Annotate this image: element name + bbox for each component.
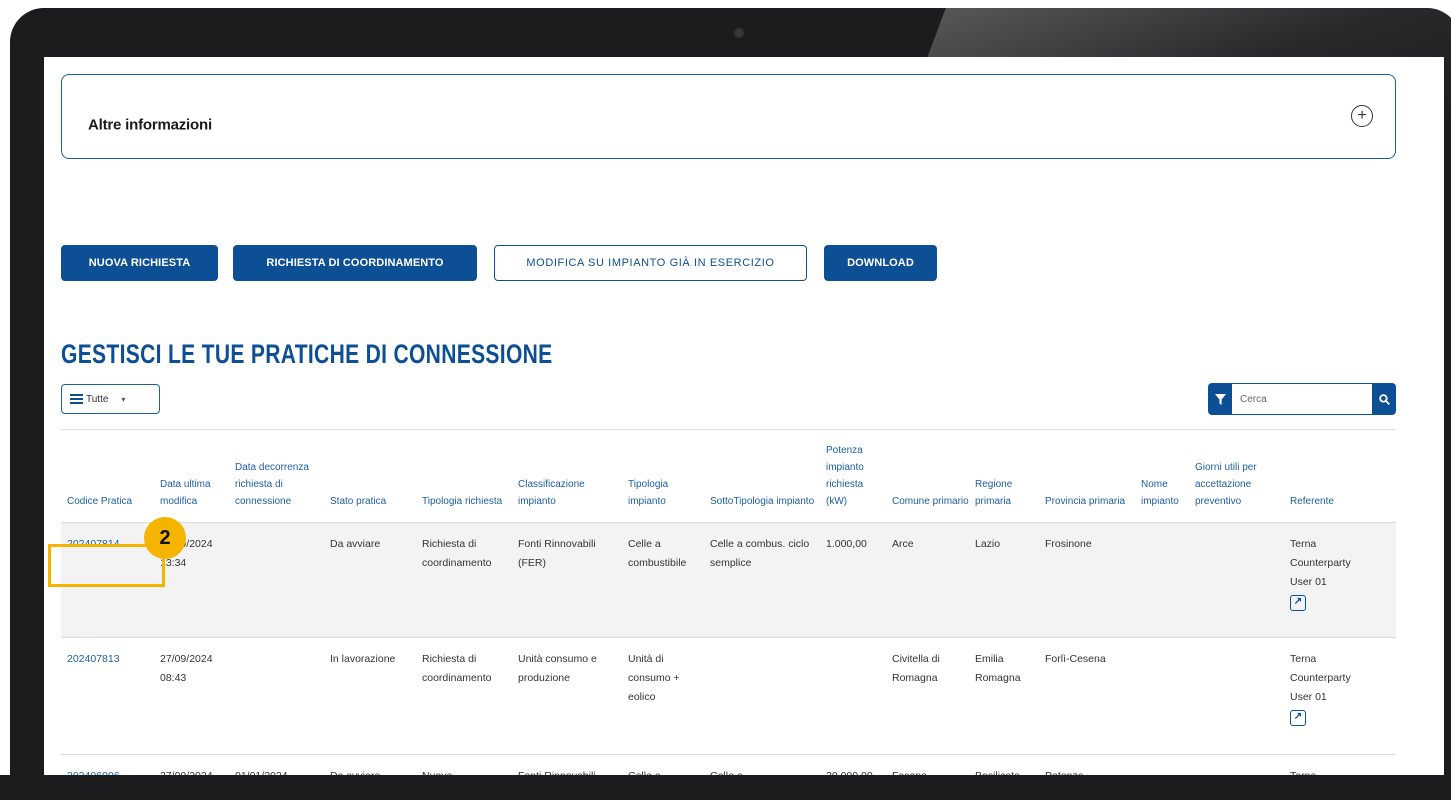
col-header[interactable]: Classificazione impianto [512,442,622,523]
col-header[interactable]: Stato pratica [324,442,416,523]
table-header-row: Codice Pratica Data ultima modifica Data… [61,442,1396,523]
codice-pratica-link[interactable]: 202406906 [61,754,154,775]
filter-funnel-icon[interactable] [1208,383,1232,415]
annotation-step-badge: 2 [144,517,186,559]
search-icon[interactable] [1372,383,1396,415]
col-header[interactable]: SottoTipologia impianto [704,442,820,523]
table-cell: Civitella di Romagna [886,637,969,755]
table-cell: Arce [886,522,969,638]
codice-pratica-link[interactable]: 202407813 [61,637,154,755]
table-cell: Lazio [969,522,1039,638]
table-cell: Unità di consumo + eolico [622,637,704,755]
table-cell [229,637,324,755]
filter-selected: Tutte [86,393,109,405]
table-cell: Terna [1284,754,1396,775]
table-row[interactable]: 202406906 27/09/2024 01/01/2024 Da avvia… [61,754,1396,775]
table-cell: In lavorazione [324,637,416,755]
col-header[interactable]: Nome impianto [1135,442,1189,523]
table-cell [1135,522,1189,638]
table-cell: Richiesta di coordinamento [416,637,512,755]
col-header[interactable]: Tipologia impianto [622,442,704,523]
table-cell: Da avviare [324,522,416,638]
col-header[interactable]: Referente [1284,442,1396,523]
richiesta-coordinamento-button[interactable]: RICHIESTA DI COORDINAMENTO [233,245,477,281]
table-row[interactable]: 202407813 27/09/2024 08:43 In lavorazion… [61,637,1396,755]
table-cell [1135,637,1189,755]
table-cell [820,637,886,755]
filter-dropdown[interactable]: Tutte ▾ [61,384,160,414]
modifica-impianto-button[interactable]: MODIFICA SU IMPIANTO GIÀ IN ESERCIZIO [494,245,807,281]
col-header[interactable]: Tipologia richiesta [416,442,512,523]
referente-name: Terna Counterparty User 01 [1290,653,1351,703]
divider [61,429,1396,430]
col-header[interactable]: Data decorrenza richiesta di connessione [229,442,324,523]
table-cell: Celle a [622,754,704,775]
table-cell [1189,637,1284,755]
altre-informazioni-card[interactable]: Altre informazioni + [61,74,1396,159]
table-cell: Potenza [1039,754,1135,775]
table-cell: Celle a combus. ciclo semplice [704,522,820,638]
table-cell: Emilia Romagna [969,637,1039,755]
table-cell: 1.000,00 [820,522,886,638]
table-cell: 20.000,00 [820,754,886,775]
table-cell: 01/01/2024 [229,754,324,775]
table-cell: Frosinone [1039,522,1135,638]
col-header[interactable]: Codice Pratica [61,442,154,523]
table-cell: Da avviare [324,754,416,775]
screen: Altre informazioni + NUOVA RICHIESTA RIC… [44,57,1444,775]
search-bar [1208,383,1396,415]
table-cell: Celle a combustibile [622,522,704,638]
col-header[interactable]: Regione primaria [969,442,1039,523]
codice-pratica-link[interactable]: 202407814 [61,522,154,638]
table-cell: Fonti Rinnovabili (FER) [512,522,622,638]
referente-cell: Terna Counterparty User 01 ↗ [1284,637,1396,755]
table-cell: 27/09/2024 [154,754,229,775]
table-cell: Richiesta di coordinamento [416,522,512,638]
list-icon [70,394,83,404]
expand-plus-icon[interactable]: + [1351,105,1373,127]
page-title: GESTISCI LE TUE PRATICHE DI CONNESSIONE [61,339,553,369]
table-cell: Fasano [886,754,969,775]
pratiche-table: Codice Pratica Data ultima modifica Data… [61,442,1396,775]
table-cell: Unità consumo e produzione [512,637,622,755]
nuova-richiesta-button[interactable]: NUOVA RICHIESTA [61,245,218,281]
table-cell: Nuova [416,754,512,775]
info-card-title: Altre informazioni [88,116,212,134]
camera-icon [733,27,745,39]
table-cell [1135,754,1189,775]
open-detail-icon[interactable]: ↗ [1290,595,1306,611]
table-cell: Basilicata [969,754,1039,775]
table-cell: Forlì-Cesena [1039,637,1135,755]
open-detail-icon[interactable]: ↗ [1290,710,1306,726]
table-cell: 27/09/2024 08:43 [154,637,229,755]
col-header[interactable]: Provincia primaria [1039,442,1135,523]
table-cell [1189,522,1284,638]
table-cell: Celle a [704,754,820,775]
chevron-down-icon: ▾ [121,394,126,404]
col-header[interactable]: Comune primario [886,442,969,523]
col-header[interactable]: Potenza impianto richiesta (kW) [820,442,886,523]
download-button[interactable]: DOWNLOAD [824,245,937,281]
table-cell: Fonti Rinnovabili [512,754,622,775]
table-cell [229,522,324,638]
table-cell [704,637,820,755]
referente-cell: Terna Counterparty User 01 ↗ [1284,522,1396,638]
table-cell [1189,754,1284,775]
laptop-bottom-bezel [0,775,1451,800]
col-header[interactable]: Giorni utili per accettazione preventivo [1189,442,1284,523]
table-row[interactable]: 202407814 27/09/2024 13:34 Da avviare Ri… [61,522,1396,638]
col-header[interactable]: Data ultima modifica [154,442,229,523]
referente-name: Terna Counterparty User 01 [1290,538,1351,588]
search-input[interactable] [1232,383,1372,415]
